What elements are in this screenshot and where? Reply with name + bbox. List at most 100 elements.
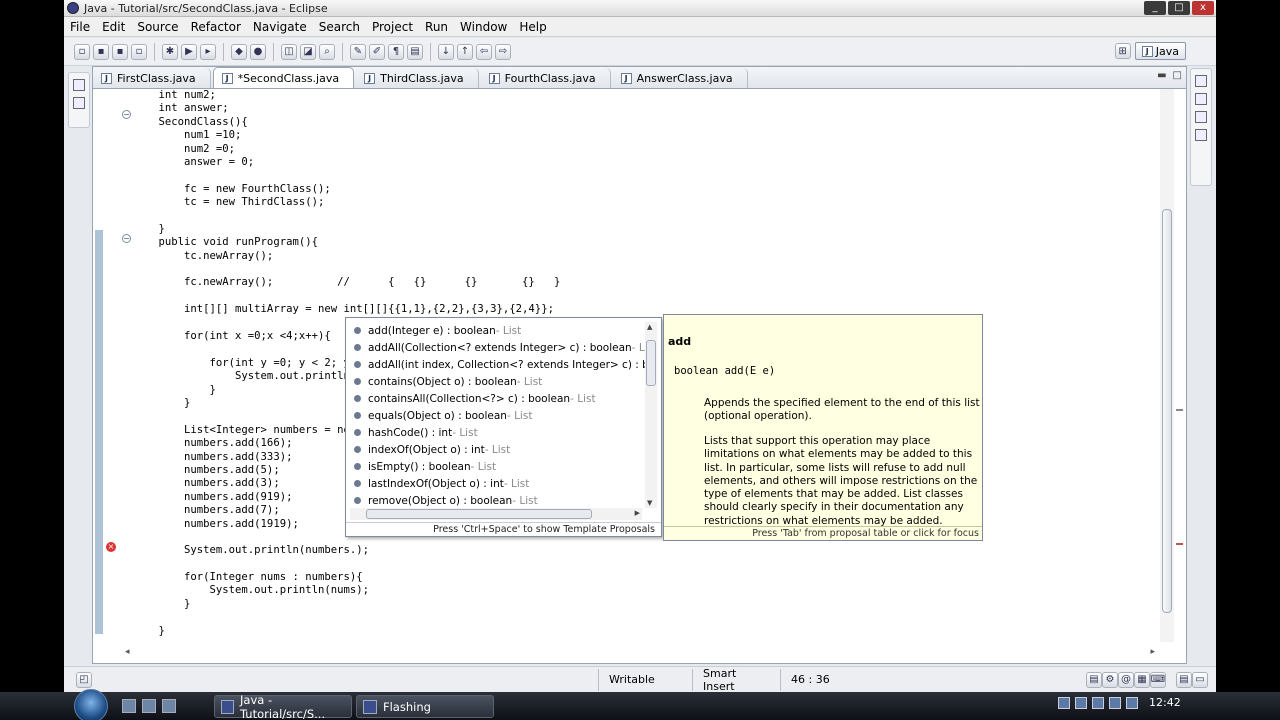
block-select-icon[interactable]: ▤ [407,43,423,60]
menu-source[interactable]: Source [131,20,184,34]
code-line[interactable]: } [133,625,1153,638]
proposal-footer[interactable]: Press 'Ctrl+Space' to show Template Prop… [346,522,661,536]
clock[interactable]: 12:42 [1149,696,1181,709]
toggle-mark-icon[interactable]: ✎ [350,43,366,60]
scroll-right-icon[interactable]: ▸ [1150,647,1155,657]
debug-icon[interactable]: ✱ [162,43,178,60]
proposal-list[interactable]: add(Integer e) : boolean - List addAll(Co… [350,322,646,508]
editor-vertical-scrollbar[interactable] [1160,89,1174,642]
tab-second-class[interactable]: J *SecondClass.java [212,67,355,88]
tray-icon-3[interactable] [1092,696,1104,709]
proposal-item[interactable]: equals(Object o) : boolean - List [350,407,646,424]
maximize-button[interactable]: □ [1168,1,1190,15]
code-line[interactable]: int num2; [133,89,1153,102]
editor-horizontal-scrollbar[interactable]: ◂ ▸ [125,647,1155,659]
code-line[interactable]: answer = 0; [133,156,1153,169]
menu-edit[interactable]: Edit [96,20,131,34]
proposal-item[interactable]: containsAll(Collection<?> c) : boolean -… [350,390,646,407]
proposal-hscroll-thumb[interactable] [366,509,592,519]
status-icon-6[interactable]: ▤ [1176,671,1192,688]
proposal-horizontal-scrollbar[interactable]: ▶ [350,508,642,520]
scroll-up-icon[interactable]: ▲ [647,323,652,331]
status-icon-5[interactable]: ⌨ [1150,671,1166,688]
menu-project[interactable]: Project [366,20,419,34]
print-icon[interactable]: ▫ [131,43,147,60]
next-annotation-icon[interactable]: ↓ [438,43,454,60]
proposal-item[interactable]: remove(Object o) : boolean - List [350,492,646,508]
switch-windows-icon[interactable] [142,699,156,713]
new-java-project-icon[interactable]: ◆ [231,43,247,60]
proposal-item[interactable]: addAll(Collection<? extends Integer> c) … [350,339,646,356]
close-button[interactable]: x [1192,1,1214,15]
status-icon-2[interactable]: ⚙ [1102,671,1118,688]
scroll-left-icon[interactable]: ◂ [125,647,130,657]
tab-answer-class[interactable]: J AnswerClass.java [613,68,748,88]
restore-view-icon[interactable] [73,79,85,91]
save-all-icon[interactable]: ▪ [112,43,128,60]
code-line[interactable] [133,558,1153,571]
title-bar[interactable]: Java - Tutorial/src/SecondClass.java - E… [64,0,1216,17]
status-icon-7[interactable]: ▭ [1192,671,1208,688]
start-button[interactable] [74,689,108,720]
java-perspective-button[interactable]: J Java [1134,42,1186,60]
outline-view-icon[interactable] [1195,129,1207,141]
code-line[interactable]: for(Integer nums : numbers){ [133,571,1153,584]
code-line[interactable]: int[][] multiArray = new int[][]{{1,1},{… [133,303,1153,316]
code-line[interactable]: } [133,223,1153,236]
proposal-scroll-thumb[interactable] [646,340,656,386]
network-icon[interactable] [1109,696,1121,709]
tab-fourth-class[interactable]: J FourthClass.java [481,68,611,88]
code-line[interactable]: SecondClass(){ [133,116,1153,129]
code-line[interactable]: fc.newArray(); // { {} {} {} } [133,276,1153,289]
internet-explorer-icon[interactable] [162,699,176,713]
open-folder-icon[interactable]: ◪ [300,43,316,60]
error-marker-icon[interactable]: × [106,542,116,552]
fold-toggle-icon[interactable]: − [122,234,131,243]
menu-refactor[interactable]: Refactor [185,20,247,34]
code-line[interactable]: num1 =10; [133,129,1153,142]
status-icon-3[interactable]: @ [1118,671,1134,688]
restore-view-icon-2[interactable] [1195,111,1207,123]
code-line[interactable] [133,210,1153,223]
code-line[interactable] [133,290,1153,303]
proposal-item[interactable]: contains(Object o) : boolean - List [350,373,646,390]
taskbar-flashing-button[interactable]: Flashing [356,695,494,718]
volume-icon[interactable] [1126,696,1138,709]
code-line[interactable] [133,263,1153,276]
code-line[interactable] [133,169,1153,182]
maximize-editor-icon[interactable]: □ [1173,70,1182,81]
external-tools-icon[interactable]: ▸ [200,43,216,60]
open-perspective-icon[interactable]: ⊞ [1114,43,1131,59]
proposal-vertical-scrollbar[interactable]: ▲ ▼ [645,322,657,508]
tray-icon-1[interactable] [1058,696,1070,709]
code-line[interactable]: public void runProgram(){ [133,236,1153,249]
scroll-thumb[interactable] [1162,209,1172,613]
proposal-item[interactable]: lastIndexOf(Object o) : int - List [350,475,646,492]
fold-toggle-icon[interactable]: − [122,110,131,119]
save-icon[interactable]: ▪ [93,43,109,60]
scroll-down-icon[interactable]: ▼ [647,499,652,507]
new-icon[interactable]: ▫ [74,43,90,60]
highlight-icon[interactable]: ✐ [369,43,385,60]
tab-first-class[interactable]: J FirstClass.java [93,68,211,88]
search-icon[interactable]: ⌕ [319,43,335,60]
back-icon[interactable]: ⇦ [476,43,492,60]
code-line[interactable]: System.out.println(nums); [133,584,1153,597]
proposal-item[interactable]: add(Integer e) : boolean - List [350,322,646,339]
left-trim-stack[interactable] [68,72,90,128]
menu-search[interactable]: Search [313,20,366,34]
open-type-icon[interactable]: ◫ [281,43,297,60]
code-line[interactable]: System.out.println(numbers.); [133,544,1153,557]
menu-help[interactable]: Help [513,20,552,34]
code-line[interactable]: } [133,598,1153,611]
menu-window[interactable]: Window [454,20,513,34]
overview-marker[interactable] [1176,409,1183,411]
code-line[interactable] [133,611,1153,624]
menu-navigate[interactable]: Navigate [247,20,313,34]
code-line[interactable]: int answer; [133,102,1153,115]
scroll-right-icon[interactable]: ▶ [635,509,640,517]
code-line[interactable]: tc = new ThirdClass(); [133,196,1153,209]
overview-error-marker[interactable] [1176,543,1183,545]
status-icon-1[interactable]: ▤ [1086,671,1102,688]
minimize-button[interactable]: _ [1144,1,1166,15]
